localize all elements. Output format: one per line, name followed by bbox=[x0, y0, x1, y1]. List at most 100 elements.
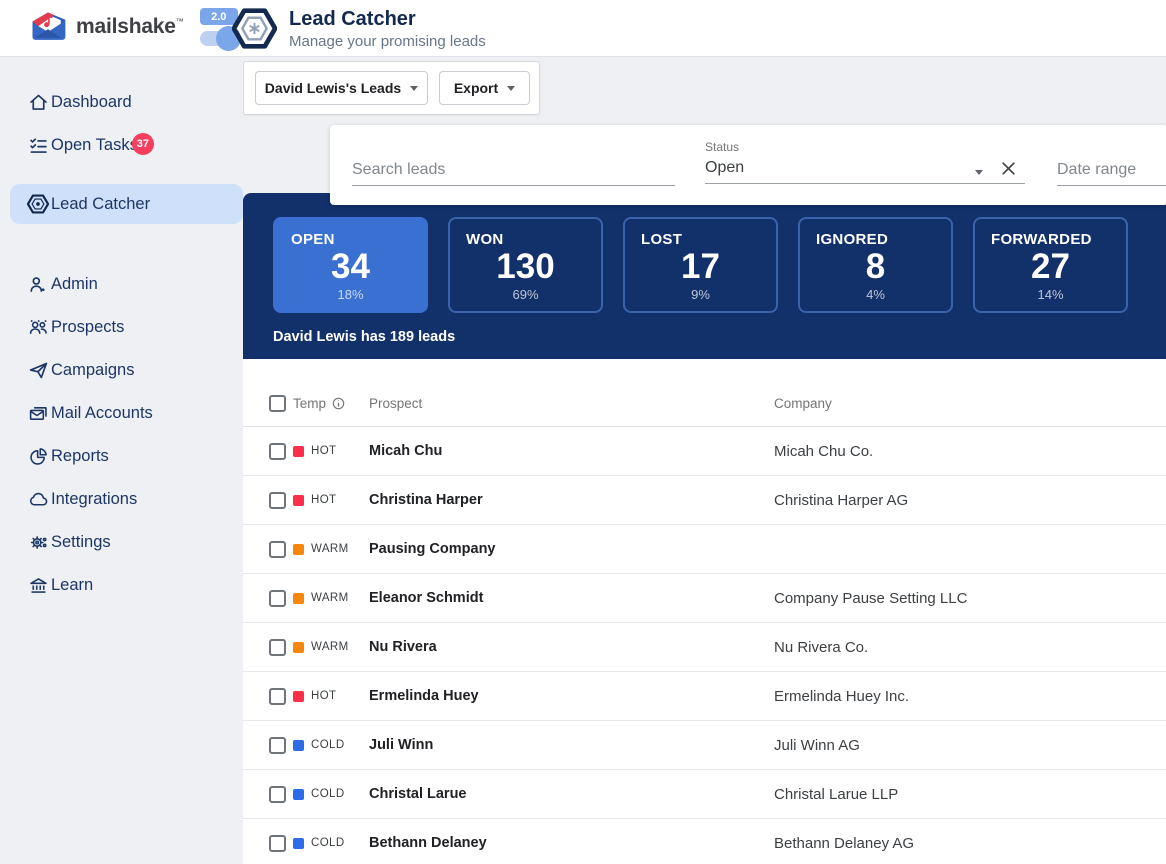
prospect-name: Pausing Company bbox=[369, 541, 774, 557]
leads-toolbar: David Lewis's Leads Export bbox=[243, 61, 540, 115]
temp-chip-icon bbox=[293, 740, 304, 751]
prospect-name: Ermelinda Huey bbox=[369, 688, 774, 704]
prospect-name: Micah Chu bbox=[369, 443, 774, 459]
sidebar-item-prospects[interactable]: Prospects bbox=[0, 306, 243, 349]
company-name: Juli Winn AG bbox=[774, 737, 1166, 754]
dropdown-caret-icon bbox=[975, 170, 983, 175]
mail-icon bbox=[27, 403, 49, 425]
sidebar-item-lead-catcher[interactable]: Lead Catcher bbox=[10, 184, 243, 224]
sidebar-item-dashboard[interactable]: Dashboard bbox=[0, 81, 243, 124]
admin-icon bbox=[27, 274, 49, 296]
info-icon[interactable] bbox=[332, 397, 345, 410]
main-content: David Lewis's Leads Export Status Open bbox=[243, 57, 1166, 864]
gear-icon bbox=[27, 532, 49, 554]
sidebar-item-mail-accounts[interactable]: Mail Accounts bbox=[0, 392, 243, 435]
page-title: Lead Catcher bbox=[289, 6, 486, 31]
row-checkbox[interactable] bbox=[269, 492, 286, 509]
table-row[interactable]: COLD Juli Winn Juli Winn AG bbox=[243, 721, 1166, 770]
stat-card-won[interactable]: WON 130 69% bbox=[448, 217, 603, 313]
dropdown-caret-icon bbox=[410, 86, 418, 91]
lead-catcher-hexagon-icon bbox=[232, 6, 277, 51]
brand-name: mailshake bbox=[76, 15, 176, 39]
table-row[interactable]: HOT Ermelinda Huey Ermelinda Huey Inc. bbox=[243, 672, 1166, 721]
temp-chip-icon bbox=[293, 593, 304, 604]
table-row[interactable]: WARM Eleanor Schmidt Company Pause Setti… bbox=[243, 574, 1166, 623]
column-header-prospect: Prospect bbox=[369, 396, 774, 411]
pie-chart-icon bbox=[27, 446, 49, 468]
hexagon-icon bbox=[27, 193, 49, 215]
date-range-input[interactable] bbox=[1057, 161, 1166, 186]
row-checkbox[interactable] bbox=[269, 835, 286, 852]
search-input[interactable] bbox=[352, 161, 675, 186]
company-name: Company Pause Setting LLC bbox=[774, 590, 1166, 607]
select-all-checkbox[interactable] bbox=[269, 395, 286, 412]
page-subtitle: Manage your promising leads bbox=[289, 33, 486, 50]
row-checkbox[interactable] bbox=[269, 541, 286, 558]
table-row[interactable]: HOT Christina Harper Christina Harper AG bbox=[243, 476, 1166, 525]
table-header: Temp Prospect Company bbox=[243, 359, 1166, 427]
send-icon bbox=[27, 360, 49, 382]
column-header-company: Company bbox=[774, 396, 1166, 411]
open-tasks-badge: 37 bbox=[132, 133, 154, 155]
prospect-name: Nu Rivera bbox=[369, 639, 774, 655]
table-row[interactable]: HOT Micah Chu Micah Chu Co. bbox=[243, 427, 1166, 476]
row-checkbox[interactable] bbox=[269, 786, 286, 803]
row-checkbox[interactable] bbox=[269, 737, 286, 754]
row-checkbox[interactable] bbox=[269, 590, 286, 607]
prospect-name: Bethann Delaney bbox=[369, 835, 774, 851]
sidebar-item-campaigns[interactable]: Campaigns bbox=[0, 349, 243, 392]
row-checkbox[interactable] bbox=[269, 688, 286, 705]
table-row[interactable]: WARM Pausing Company bbox=[243, 525, 1166, 574]
status-select[interactable]: Status Open bbox=[705, 140, 1025, 184]
cloud-icon bbox=[27, 489, 49, 511]
row-checkbox[interactable] bbox=[269, 443, 286, 460]
prospect-name: Christal Larue bbox=[369, 786, 774, 802]
temp-chip-icon bbox=[293, 446, 304, 457]
bank-icon bbox=[27, 575, 49, 597]
dropdown-caret-icon bbox=[507, 86, 515, 91]
topbar: mailshake ™ 2.0 Lead Catcher Manage your… bbox=[0, 0, 1166, 57]
row-checkbox[interactable] bbox=[269, 639, 286, 656]
table-row[interactable]: COLD Bethann Delaney Bethann Delaney AG bbox=[243, 819, 1166, 864]
clear-status-button[interactable] bbox=[998, 158, 1018, 178]
stat-card-open[interactable]: OPEN 34 18% bbox=[273, 217, 428, 313]
leads-summary: David Lewis has 189 leads bbox=[273, 329, 455, 345]
stats-band: OPEN 34 18% WON 130 69% LOST 17 9% IGNOR… bbox=[243, 193, 1166, 359]
tasks-icon bbox=[27, 135, 49, 157]
temp-chip-icon bbox=[293, 495, 304, 506]
leads-owner-dropdown[interactable]: David Lewis's Leads bbox=[255, 71, 428, 105]
sidebar-item-reports[interactable]: Reports bbox=[0, 435, 243, 478]
sidebar-item-admin[interactable]: Admin bbox=[0, 263, 243, 306]
brand-trademark: ™ bbox=[176, 17, 184, 26]
sidebar-item-settings[interactable]: Settings bbox=[0, 521, 243, 564]
temp-chip-icon bbox=[293, 789, 304, 800]
temp-chip-icon bbox=[293, 642, 304, 653]
sidebar-item-integrations[interactable]: Integrations bbox=[0, 478, 243, 521]
sidebar-item-open-tasks[interactable]: Open Tasks 37 bbox=[0, 124, 243, 167]
company-name: Ermelinda Huey Inc. bbox=[774, 688, 1166, 705]
stat-card-ignored[interactable]: IGNORED 8 4% bbox=[798, 217, 953, 313]
stat-card-forwarded[interactable]: FORWARDED 27 14% bbox=[973, 217, 1128, 313]
mailshake-logo-icon bbox=[28, 8, 68, 46]
status-label: Status bbox=[705, 140, 1025, 154]
brand: mailshake ™ 2.0 bbox=[28, 8, 238, 46]
temp-chip-icon bbox=[293, 838, 304, 849]
prospects-icon bbox=[27, 317, 49, 339]
sidebar: Dashboard Open Tasks 37 Lead Catcher bbox=[0, 57, 243, 864]
home-icon bbox=[27, 92, 49, 114]
export-dropdown[interactable]: Export bbox=[439, 71, 530, 105]
company-name: Bethann Delaney AG bbox=[774, 835, 1166, 852]
leads-table: Temp Prospect Company HOT Micah Chu Mica… bbox=[243, 359, 1166, 864]
company-name: Christina Harper AG bbox=[774, 492, 1166, 509]
table-row[interactable]: WARM Nu Rivera Nu Rivera Co. bbox=[243, 623, 1166, 672]
close-icon bbox=[1001, 161, 1016, 176]
column-header-temp: Temp bbox=[293, 396, 326, 411]
filter-bar: Status Open bbox=[330, 125, 1166, 205]
stat-card-lost[interactable]: LOST 17 9% bbox=[623, 217, 778, 313]
prospect-name: Juli Winn bbox=[369, 737, 774, 753]
company-name: Nu Rivera Co. bbox=[774, 639, 1166, 656]
sidebar-item-learn[interactable]: Learn bbox=[0, 564, 243, 607]
company-name: Christal Larue LLP bbox=[774, 786, 1166, 803]
temp-chip-icon bbox=[293, 691, 304, 702]
table-row[interactable]: COLD Christal Larue Christal Larue LLP bbox=[243, 770, 1166, 819]
